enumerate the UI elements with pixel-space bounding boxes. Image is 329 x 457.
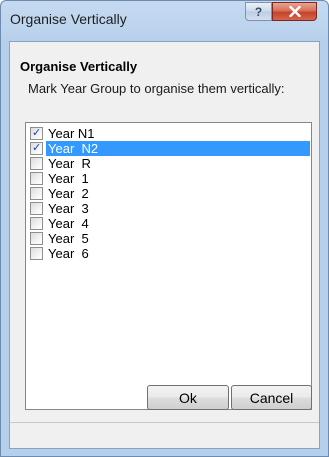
help-icon: ?	[254, 4, 263, 19]
footer-strip	[10, 423, 319, 448]
list-item-label: Year 6	[48, 246, 89, 261]
ok-button[interactable]: Ok	[147, 385, 229, 410]
checkmark-icon: ✓	[32, 142, 42, 154]
list-item-label: Year 2	[48, 186, 89, 201]
list-item-label: Year R	[48, 156, 91, 171]
instruction-text: Mark Year Group to organise them vertica…	[28, 81, 285, 96]
list-item-label: Year 3	[48, 201, 89, 216]
checkbox-year-n1[interactable]: ✓	[30, 127, 43, 140]
group-title: Organise Vertically	[20, 59, 138, 74]
dialog-window: Organise Vertically ? Organise Verticall…	[0, 0, 329, 457]
list-item-label: Year 4	[48, 216, 89, 231]
list-item-year-2[interactable]: Year 2	[27, 186, 310, 201]
list-item-year-n1[interactable]: ✓ Year N1	[27, 126, 310, 141]
checkbox-year-n2[interactable]: ✓	[30, 142, 43, 155]
checkbox-year-4[interactable]	[30, 217, 43, 230]
checkbox-year-r[interactable]	[30, 157, 43, 170]
checkbox-year-5[interactable]	[30, 232, 43, 245]
checkbox-year-2[interactable]	[30, 187, 43, 200]
cancel-button[interactable]: Cancel	[231, 385, 312, 410]
list-item-label-wrap: Year N2	[46, 141, 310, 156]
dialog-body: Organise Vertically Mark Year Group to o…	[9, 41, 320, 449]
list-item-label: Year 5	[48, 231, 89, 246]
close-button[interactable]	[272, 2, 317, 21]
list-item-label-wrap: Year 4	[46, 216, 310, 231]
list-item-label-wrap: Year 2	[46, 186, 310, 201]
checkbox-year-1[interactable]	[30, 172, 43, 185]
list-item-year-6[interactable]: Year 6	[27, 246, 310, 261]
list-item-label-wrap: Year 1	[46, 171, 310, 186]
list-item-label: Year 1	[48, 171, 89, 186]
list-item-year-r[interactable]: Year R	[27, 156, 310, 171]
list-item-label-wrap: Year R	[46, 156, 310, 171]
window-title: Organise Vertically	[10, 11, 127, 27]
close-icon	[288, 6, 301, 17]
list-item-label: Year N1	[48, 126, 95, 141]
list-item-label-wrap: Year 6	[46, 246, 310, 261]
list-item-label-wrap: Year N1	[46, 126, 310, 141]
year-group-list[interactable]: ✓ Year N1 ✓ Year N2 Year R Year 1 Year 2	[25, 122, 312, 410]
list-item-label-wrap: Year 3	[46, 201, 310, 216]
checkmark-icon: ✓	[32, 127, 42, 139]
list-item-year-1[interactable]: Year 1	[27, 171, 310, 186]
list-item-year-4[interactable]: Year 4	[27, 216, 310, 231]
list-item-year-5[interactable]: Year 5	[27, 231, 310, 246]
checkbox-year-6[interactable]	[30, 247, 43, 260]
list-item-label-wrap: Year 5	[46, 231, 310, 246]
title-bar[interactable]: Organise Vertically ?	[1, 1, 328, 39]
list-item-year-n2[interactable]: ✓ Year N2	[27, 141, 310, 156]
help-button[interactable]: ?	[245, 2, 272, 21]
checkbox-year-3[interactable]	[30, 202, 43, 215]
list-item-label: Year N2	[48, 141, 99, 156]
list-item-year-3[interactable]: Year 3	[27, 201, 310, 216]
